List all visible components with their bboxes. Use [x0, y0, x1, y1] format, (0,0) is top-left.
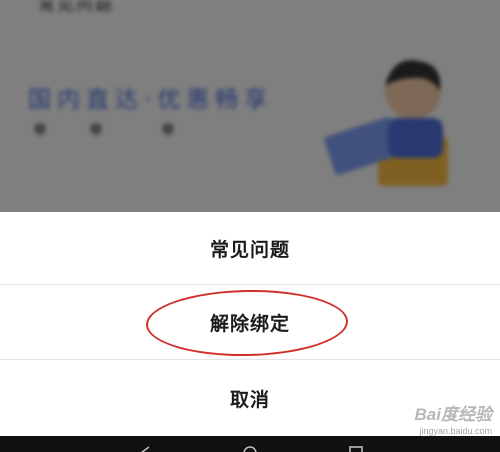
modal-overlay[interactable]: [0, 0, 500, 212]
back-icon[interactable]: [138, 446, 152, 452]
watermark-logo: Bai度经验: [414, 405, 492, 424]
faq-option[interactable]: 常见问题: [0, 212, 500, 284]
system-navigation-bar: [0, 436, 500, 452]
baidu-jingyan-watermark: Bai度经验 jingyan.baidu.com: [415, 400, 492, 436]
recents-icon[interactable]: [349, 446, 363, 452]
home-icon[interactable]: [243, 446, 257, 452]
watermark-url: jingyan.baidu.com: [419, 426, 492, 436]
unbind-option[interactable]: 解除绑定: [0, 285, 500, 359]
